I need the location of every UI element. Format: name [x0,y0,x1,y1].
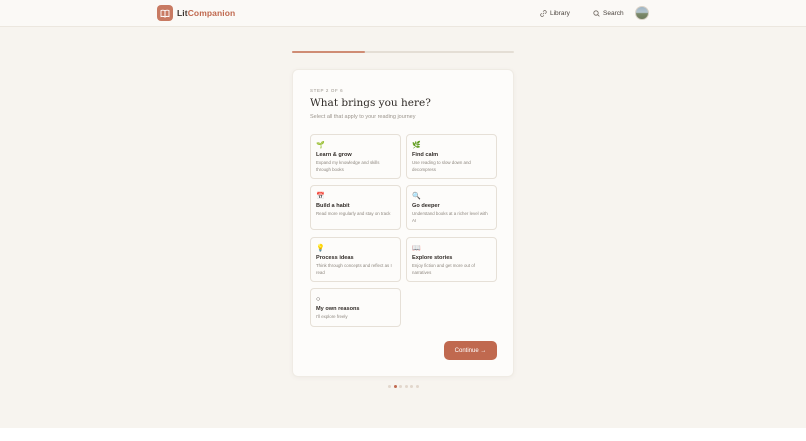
leaf-icon: 🌿 [412,142,421,149]
option-title: Process ideas [316,255,354,261]
option-title: My own reasons [316,306,360,312]
user-avatar[interactable] [635,6,649,20]
brand-name-companion: Companion [187,8,236,18]
continue-button[interactable]: Continue → [444,341,497,360]
magnifier-icon: 🔍 [412,193,421,200]
page-subtitle: Select all that apply to your reading jo… [310,114,416,120]
option-description: I'll explore freely [316,314,348,319]
option-learn-grow[interactable]: 🌱 Learn & grow Expand my knowledge and s… [310,134,401,179]
link-icon [540,9,547,17]
calendar-icon: 📅 [316,193,325,200]
book-logo-icon [157,5,173,21]
search-button[interactable]: Search [589,6,628,20]
open-book-icon: 📖 [412,245,421,252]
pagination-dot[interactable] [393,385,397,388]
onboarding-progress-bar [292,51,514,53]
pagination-dot[interactable] [415,385,419,388]
search-label: Search [603,9,624,17]
option-title: Build a habit [316,203,350,209]
brand-name: LitCompanion [177,8,235,18]
pagination-dot[interactable] [388,385,391,388]
option-description: Use reading to slow down and decompress [412,160,471,172]
seedling-icon: 🌱 [316,142,325,149]
top-bar: LitCompanion Library Search [0,0,806,27]
brand[interactable]: LitCompanion [157,5,235,21]
option-description: Read more regularly and stay on track [316,211,391,216]
lightbulb-icon: 💡 [316,245,325,252]
brand-name-lit: Lit [177,8,188,18]
search-icon [593,9,600,17]
library-button[interactable]: Library [536,6,574,20]
pagination-dot[interactable] [399,385,402,388]
option-description: Expand my knowledge and skills through b… [316,160,380,172]
pagination-dot[interactable] [410,385,413,388]
option-explore-stories[interactable]: 📖 Explore stories Enjoy fiction and get … [406,237,497,282]
step-pagination-dots [388,385,421,388]
option-title: Learn & grow [316,152,352,158]
option-own-reasons[interactable]: ○ My own reasons I'll explore freely [310,288,401,327]
option-find-calm[interactable]: 🌿 Find calm Use reading to slow down and… [406,134,497,179]
option-go-deeper[interactable]: 🔍 Go deeper Understand books at a richer… [406,185,497,230]
page-title: What brings you here? [310,97,431,109]
option-description: Think through concepts and reflect as I … [316,263,392,275]
onboarding-card: STEP 2 OF 6 What brings you here? Select… [292,69,514,377]
progress-fill [292,51,366,53]
option-process-ideas[interactable]: 💡 Process ideas Think through concepts a… [310,237,401,282]
option-description: Understand books at a richer level with … [412,211,488,223]
option-title: Find calm [412,152,439,158]
pagination-dot[interactable] [404,385,408,388]
step-label: STEP 2 OF 6 [310,88,344,93]
library-label: Library [550,9,570,17]
option-title: Go deeper [412,203,440,209]
option-description: Enjoy fiction and get more out of narrat… [412,263,475,275]
bottom-bar [0,428,806,441]
option-build-habit[interactable]: 📅 Build a habit Read more regularly and … [310,185,401,230]
option-title: Explore stories [412,255,453,261]
circle-icon: ○ [316,296,321,303]
